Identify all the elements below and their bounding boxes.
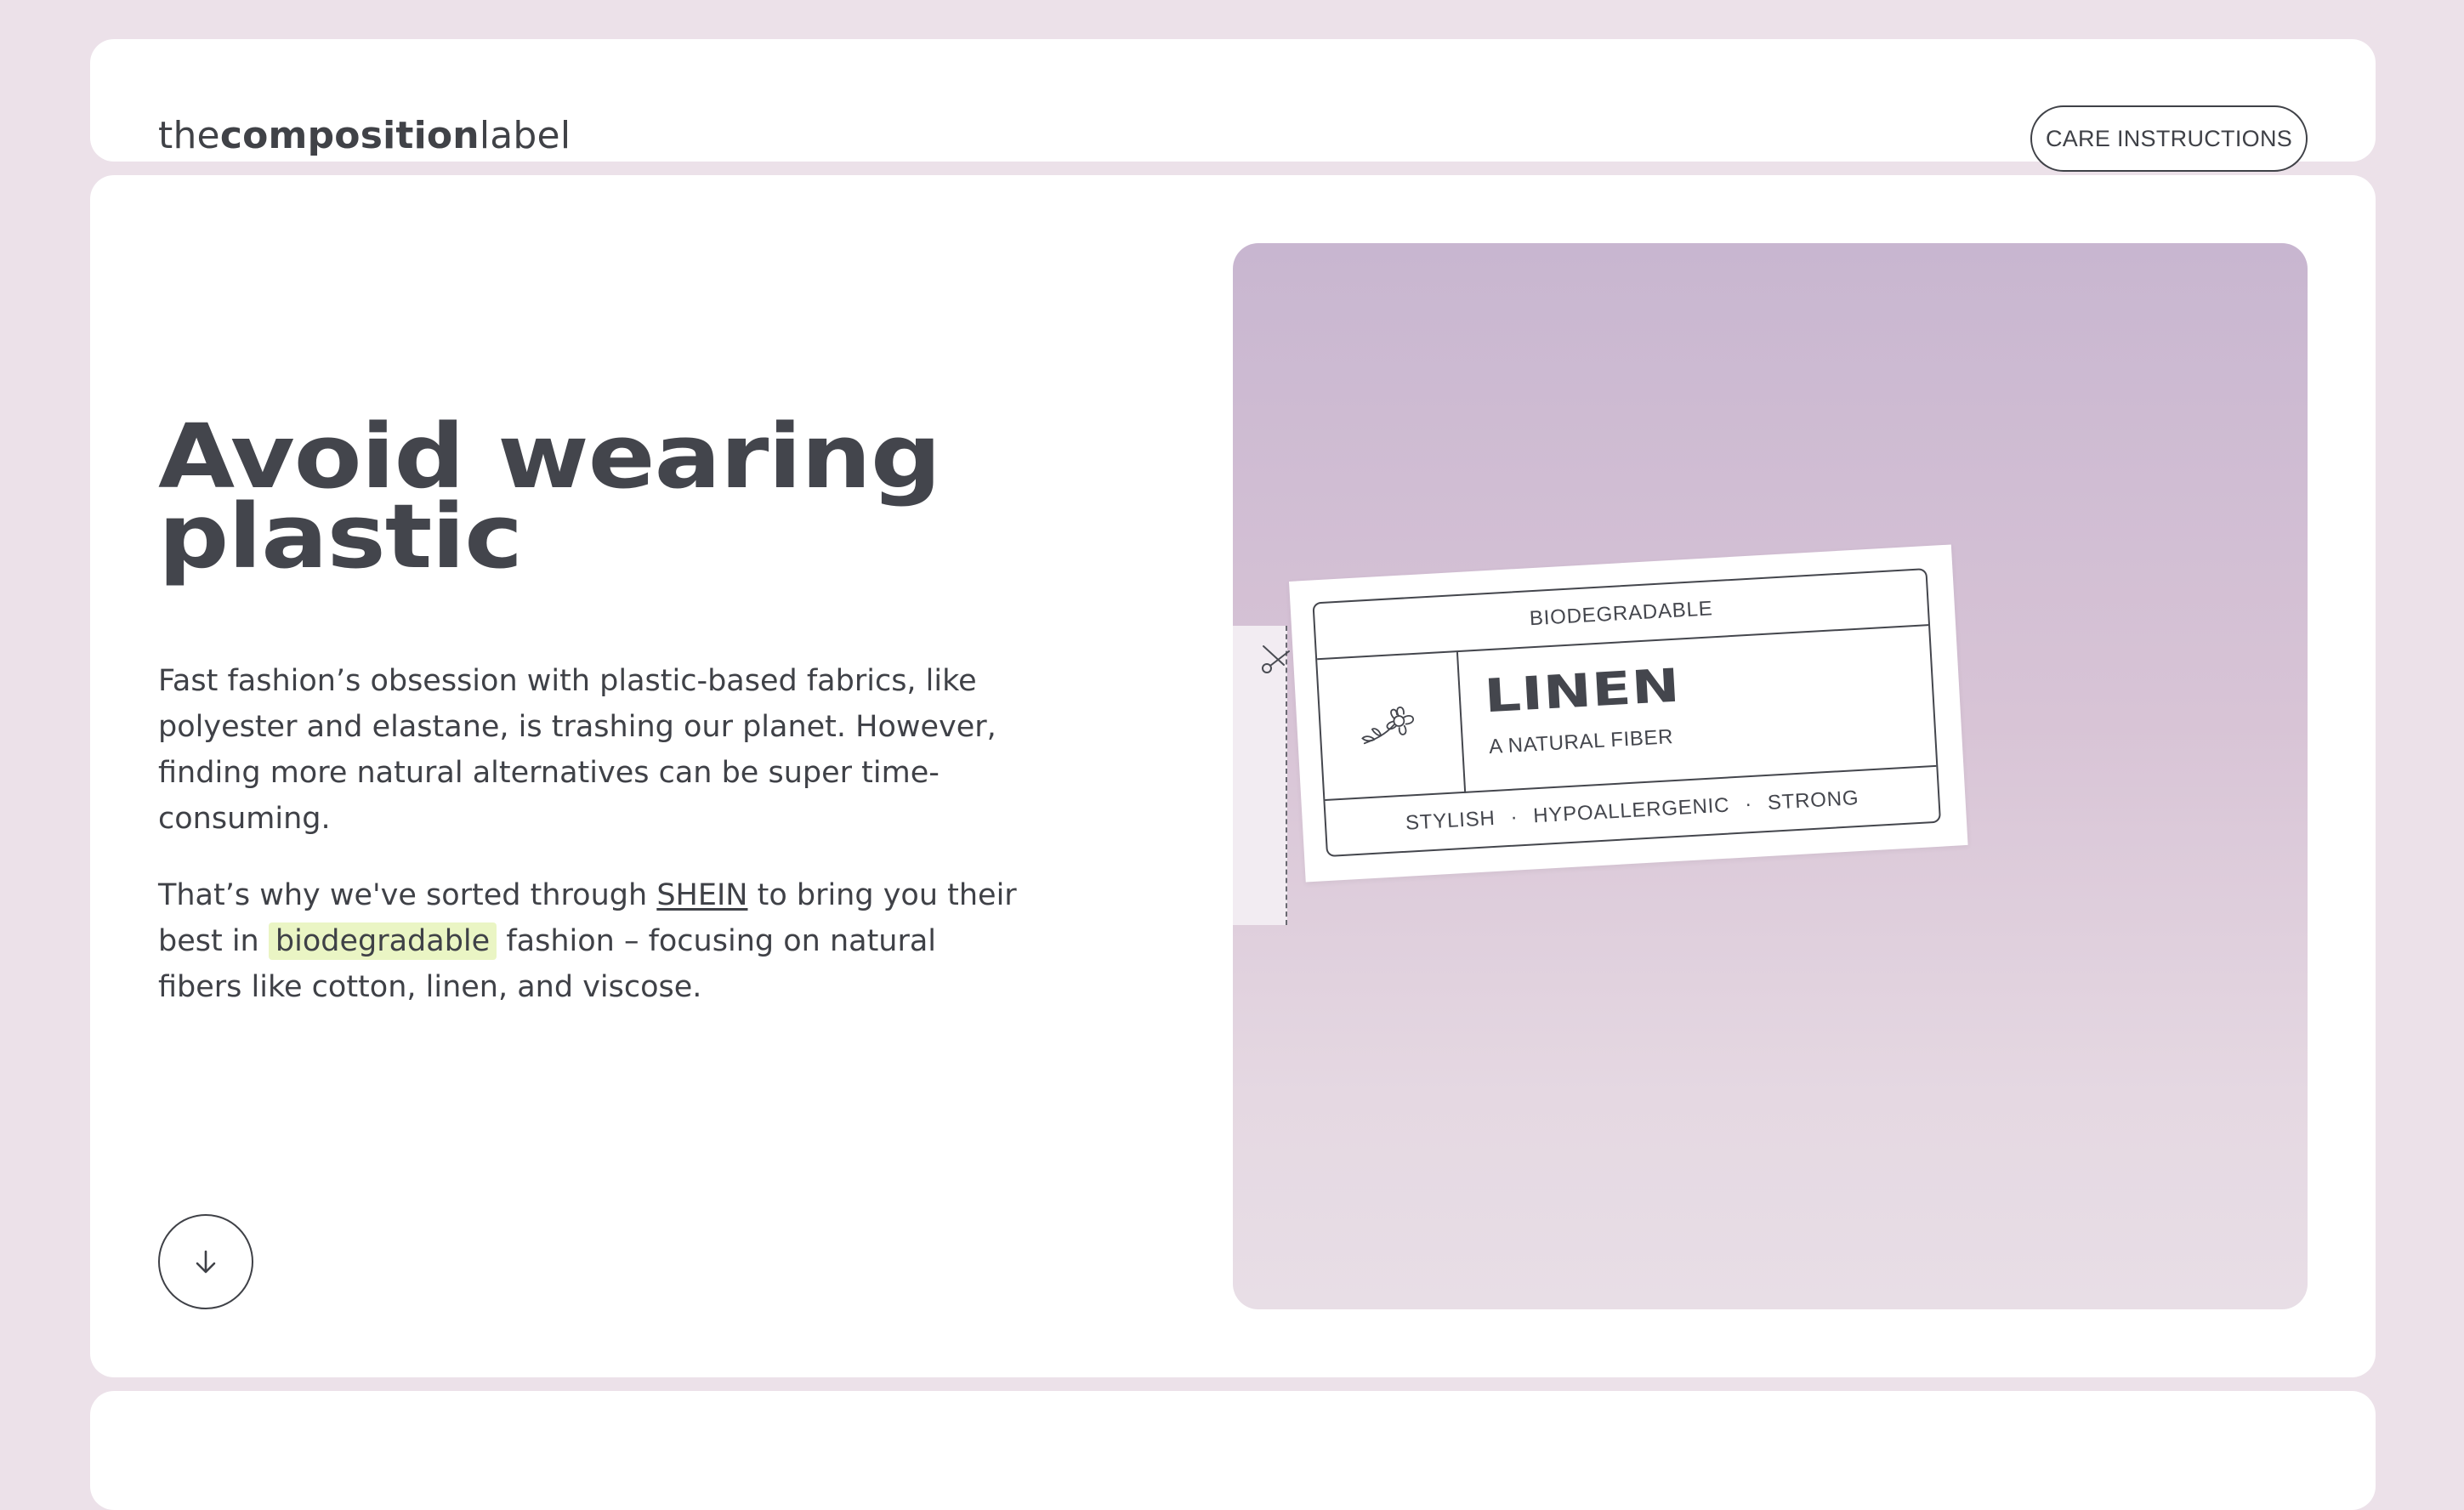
tag-attribute: HYPOALLERGENIC <box>1532 793 1730 828</box>
flower-icon <box>1361 707 1414 745</box>
site-header: thecompositionlabel CARE INSTRUCTIONS <box>90 39 2376 172</box>
logo-suffix: label <box>479 114 571 157</box>
logo-prefix: the <box>158 114 220 157</box>
shein-link[interactable]: SHEIN <box>656 878 747 912</box>
tag-border: BIODEGRADABLE LINEN A NATURAL FIBER STYL… <box>1312 568 1942 858</box>
tag-fiber-name: LINEN <box>1483 658 1682 724</box>
tag-separator: · <box>1744 792 1753 816</box>
site-logo[interactable]: thecompositionlabel <box>158 114 571 157</box>
hero-title: Avoid wearing plastic <box>158 412 941 581</box>
hero-paragraph-2: That’s why we've sorted through SHEIN to… <box>158 872 1025 1010</box>
tag-attribute: STYLISH <box>1405 806 1496 835</box>
composition-label-tag: BIODEGRADABLE LINEN A NATURAL FIBER STYL… <box>1289 544 1968 883</box>
biodegradable-highlight: biodegradable <box>268 922 497 960</box>
tag-top-text: BIODEGRADABLE <box>1314 570 1929 661</box>
care-instructions-button[interactable]: CARE INSTRUCTIONS <box>2030 105 2308 172</box>
tag-separator: · <box>1509 805 1519 829</box>
logo-bold: composition <box>219 114 480 157</box>
arrow-down-icon <box>196 1250 216 1274</box>
scissors-icon <box>1262 645 1290 673</box>
hero-paragraph-1: Fast fashion’s obsession with plastic-ba… <box>158 664 996 836</box>
scroll-down-button[interactable] <box>158 1214 253 1309</box>
hero-visual: BIODEGRADABLE LINEN A NATURAL FIBER STYL… <box>1233 243 2308 1309</box>
paragraph2-intro: That’s why we've sorted through <box>158 878 657 912</box>
tag-icon-cell <box>1317 652 1467 802</box>
next-section-card <box>90 1391 2376 1510</box>
hero-title-line2: plastic <box>158 485 523 588</box>
tag-attribute: STRONG <box>1767 786 1859 815</box>
tag-fiber-subtitle: A NATURAL FIBER <box>1488 725 1674 759</box>
